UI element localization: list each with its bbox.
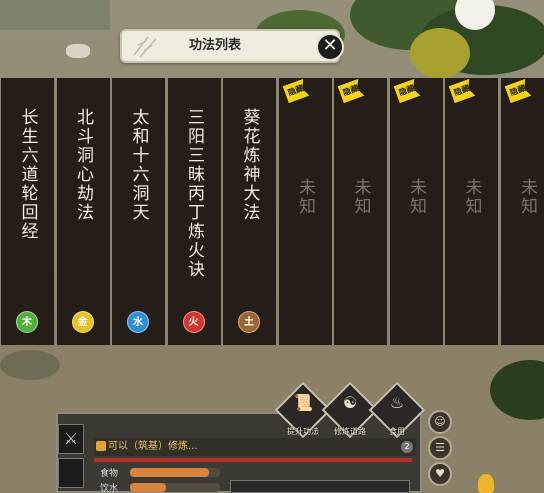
food-bar-fill	[130, 468, 210, 477]
water-label: 饮水	[100, 484, 119, 493]
technique-card[interactable]: 隐藏未知	[499, 78, 544, 345]
technique-name: 长生六道轮回经	[17, 108, 38, 241]
technique-name: 未知	[406, 178, 426, 216]
element-badge: 金	[71, 311, 94, 333]
water-bar-fill	[130, 483, 166, 492]
weapon-slot[interactable]: ⚔	[58, 424, 84, 454]
cultivation-path-label: 修炼道路	[334, 427, 366, 436]
hidden-tag: 隐藏	[449, 79, 476, 103]
technique-card[interactable]: 太和十六洞天水	[111, 78, 166, 345]
notice-count-badge[interactable]: 2	[401, 441, 413, 453]
technique-card[interactable]: 三阳三昧丙丁炼火诀火	[166, 78, 222, 345]
menu-button[interactable]: ☰	[428, 436, 452, 460]
log-panel	[230, 480, 410, 493]
hidden-tag: 隐藏	[504, 79, 531, 103]
status-text: 可以（筑基）修炼...	[108, 441, 198, 452]
meditate-icon: ☯	[342, 393, 358, 412]
technique-name: 未知	[517, 178, 537, 216]
water-bar	[130, 483, 220, 492]
window-title: 功法列表	[188, 38, 241, 53]
status-icon	[96, 441, 106, 451]
status-line: 可以（筑基）修炼... 2	[94, 438, 416, 456]
eat-icon: ♨	[389, 393, 405, 412]
upgrade-technique-label: 提升功法	[287, 427, 319, 436]
gold-ornament-icon	[478, 474, 494, 493]
technique-name: 未知	[461, 178, 482, 216]
food-bar	[130, 468, 220, 477]
technique-name: 未知	[295, 178, 315, 216]
profile-button[interactable]: ☺	[428, 410, 452, 434]
favorite-button[interactable]: ♥	[428, 462, 452, 486]
technique-name: 未知	[350, 178, 371, 216]
hidden-tag: 隐藏	[282, 79, 309, 103]
technique-name: 葵花炼神大法	[239, 108, 260, 222]
close-icon: ✕	[322, 35, 338, 56]
technique-name: 三阳三昧丙丁炼火诀	[184, 108, 204, 279]
close-button[interactable]: ✕	[316, 33, 344, 61]
character-portrait[interactable]	[58, 458, 84, 488]
technique-card[interactable]: 隐藏未知	[277, 78, 333, 345]
element-badge: 土	[238, 311, 260, 333]
element-badge: 水	[127, 311, 149, 333]
person-icon: ☺	[434, 415, 446, 428]
hidden-tag: 隐藏	[393, 79, 420, 103]
scroll-icon: 📜	[293, 393, 313, 412]
eat-label: 食用	[389, 427, 405, 436]
health-line	[94, 458, 412, 462]
technique-card[interactable]: 葵花炼神大法土	[222, 78, 277, 345]
technique-card[interactable]: 长生六道轮回经木	[0, 78, 55, 345]
rock-wall	[0, 0, 110, 30]
food-label: 食物	[100, 469, 119, 479]
heart-icon: ♥	[435, 467, 445, 480]
yellow-tree	[410, 28, 470, 78]
rock	[66, 44, 90, 58]
technique-name: 北斗洞心劫法	[73, 108, 93, 222]
technique-card[interactable]: 隐藏未知	[333, 78, 388, 345]
hidden-tag: 隐藏	[338, 79, 365, 103]
technique-card[interactable]: 隐藏未知	[444, 78, 499, 345]
technique-card[interactable]: 北斗洞心劫法金	[55, 78, 111, 345]
sword-icon: ⚔	[63, 429, 79, 448]
title-banner: 功法列表	[120, 29, 340, 63]
list-icon: ☰	[435, 441, 445, 454]
element-badge: 火	[182, 311, 205, 333]
technique-card[interactable]: 隐藏未知	[388, 78, 444, 345]
element-badge: 木	[16, 311, 38, 333]
bush	[0, 350, 60, 380]
technique-name: 太和十六洞天	[128, 108, 149, 222]
